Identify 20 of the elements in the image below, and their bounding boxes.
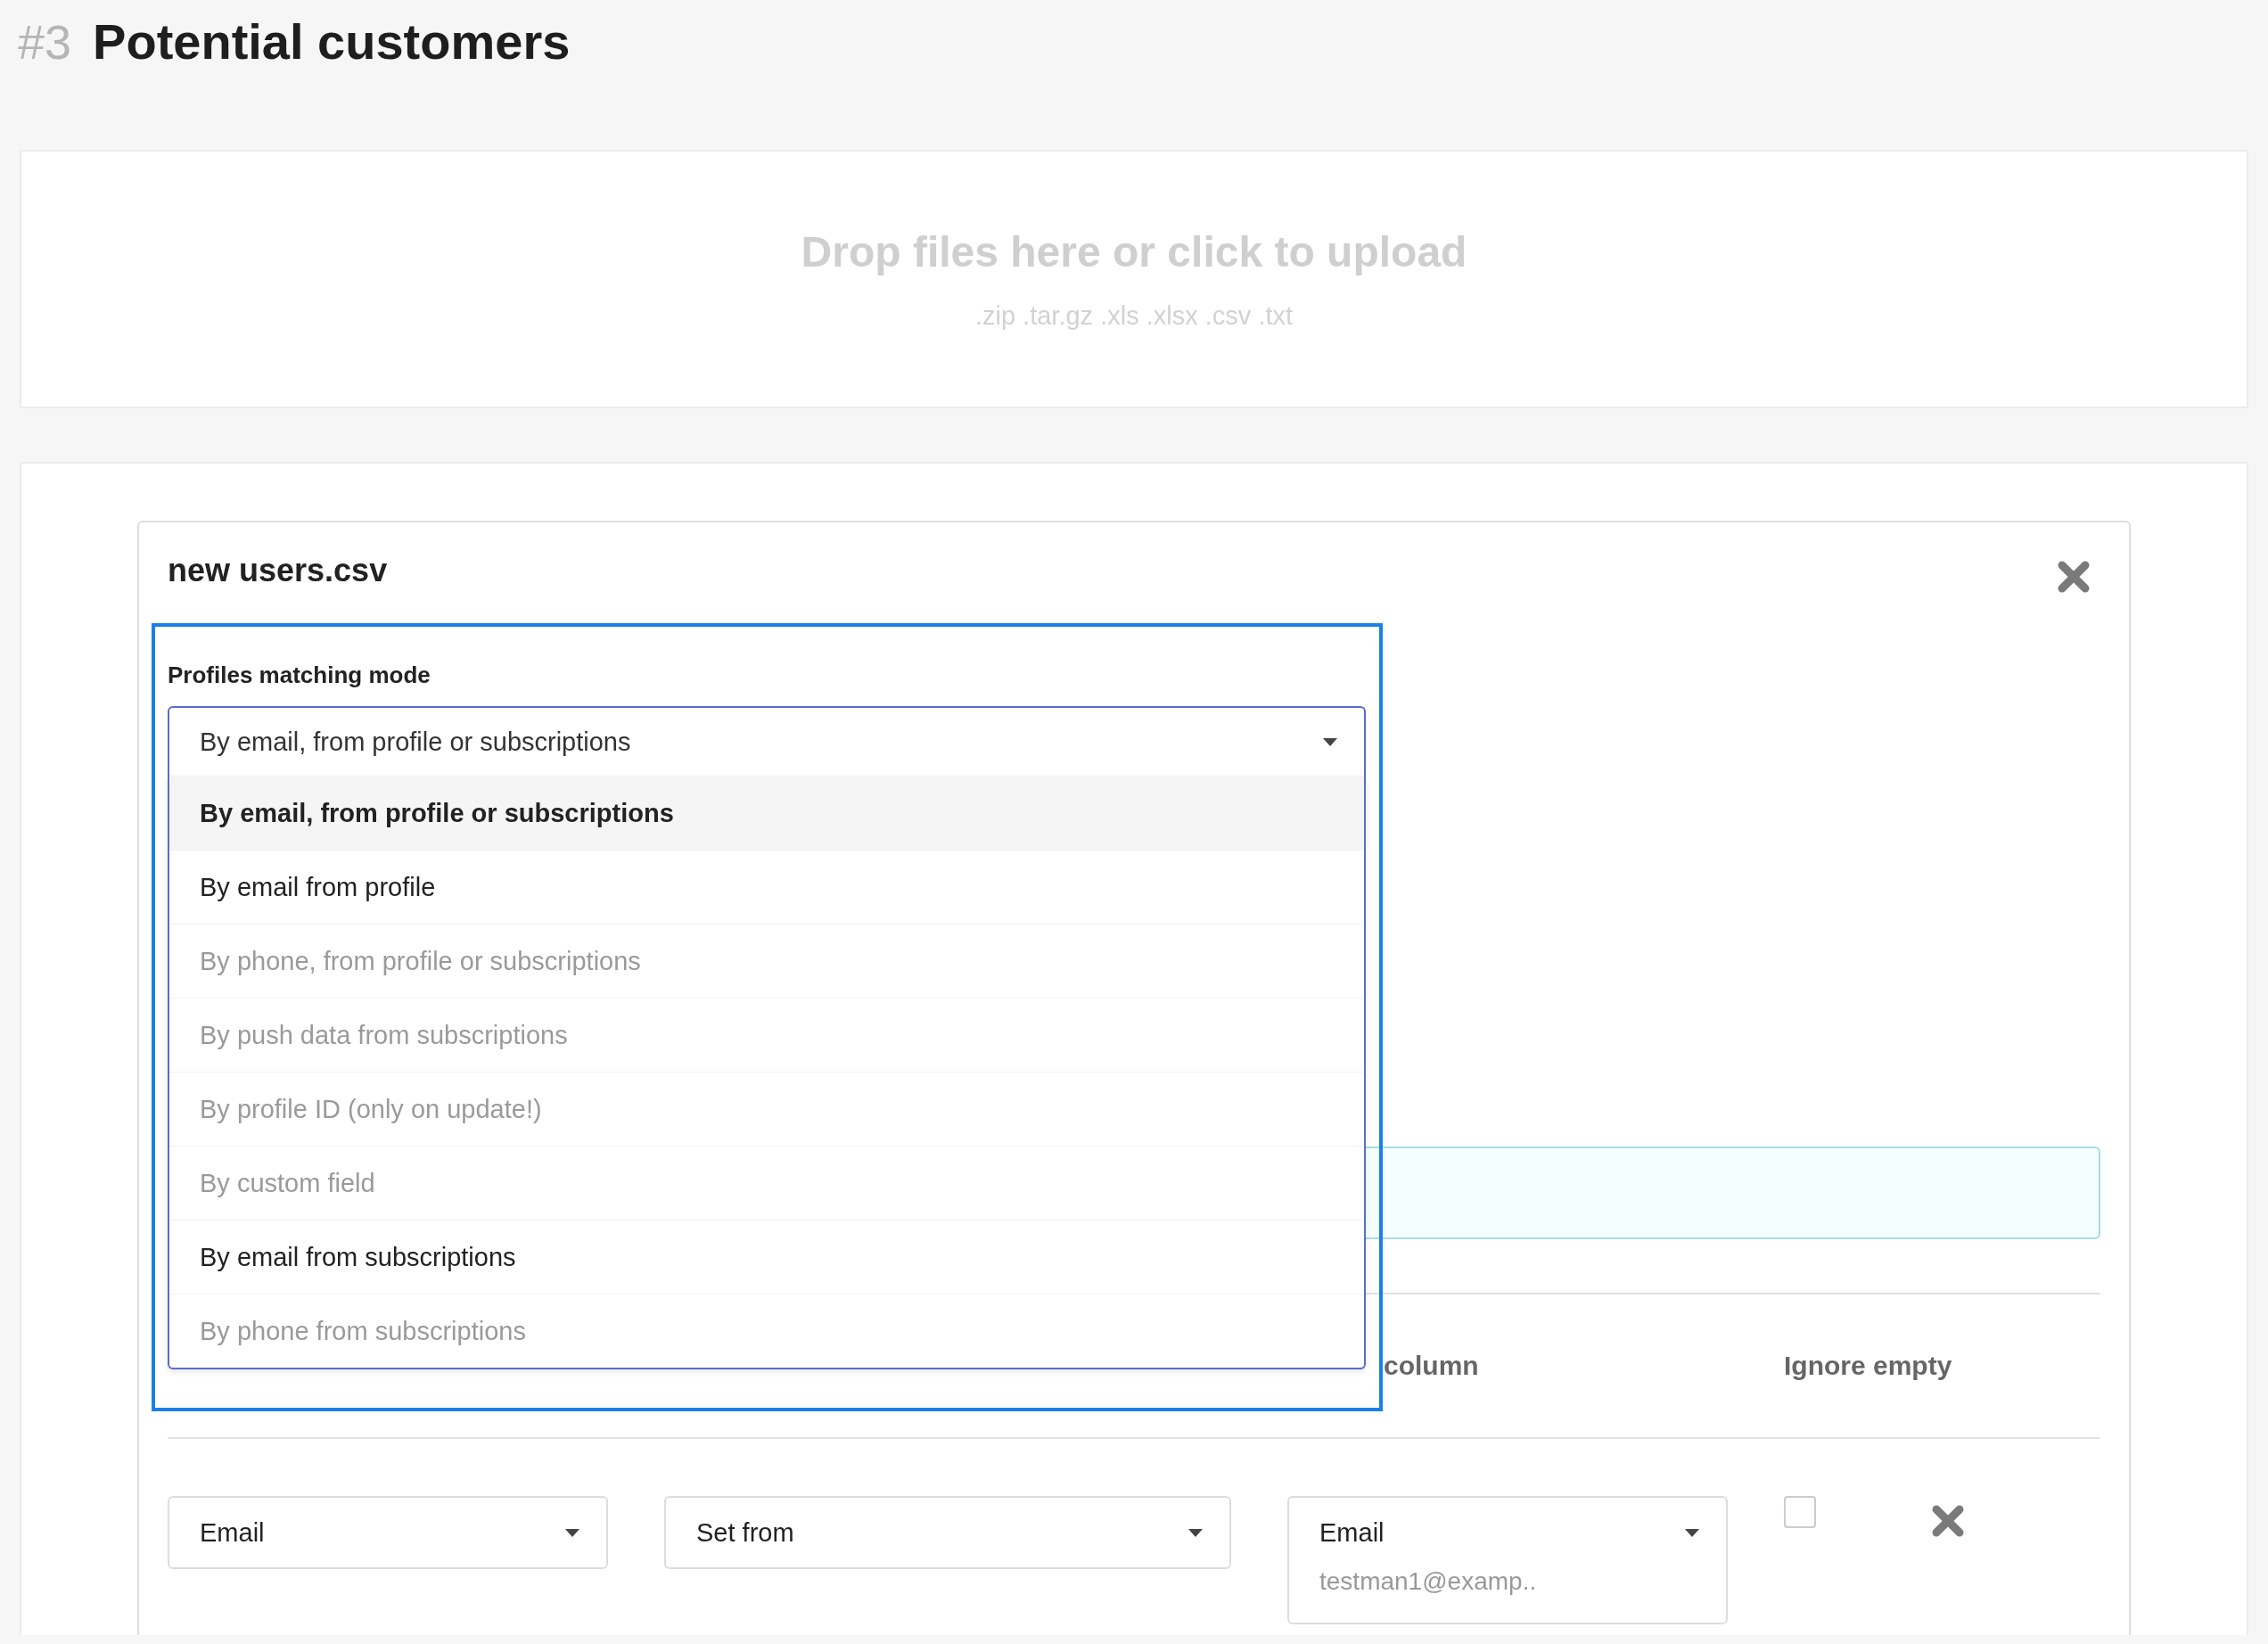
column-header: Ignore empty — [1784, 1351, 1952, 1380]
sample-value: testman1@examp.. — [1319, 1567, 1538, 1596]
action-select[interactable]: Set from — [664, 1496, 1231, 1569]
remove-icon[interactable] — [1932, 1505, 1964, 1537]
caret-icon — [1188, 1528, 1203, 1537]
close-icon[interactable] — [2058, 561, 2090, 593]
field-label: Profiles matching mode — [168, 662, 431, 690]
file-name: new users.csv — [168, 552, 388, 589]
caret-icon — [1323, 737, 1337, 746]
dropdown-option[interactable]: By email, from profile or subscriptions — [169, 776, 1364, 850]
dropdown-option[interactable]: By email from profile — [169, 850, 1364, 924]
section-number: #3 — [18, 14, 72, 70]
database-column-select[interactable]: Email — [168, 1496, 608, 1569]
column-header: column — [1384, 1351, 1479, 1380]
dropdown-option[interactable]: By email from subscriptions — [169, 1220, 1364, 1294]
caret-icon — [1685, 1528, 1699, 1537]
caret-icon — [565, 1528, 579, 1537]
source-column-select[interactable]: Email testman1@examp.. — [1287, 1496, 1728, 1624]
ignore-empty-checkbox[interactable] — [1784, 1496, 1816, 1528]
page-title: Potential customers — [93, 12, 571, 70]
